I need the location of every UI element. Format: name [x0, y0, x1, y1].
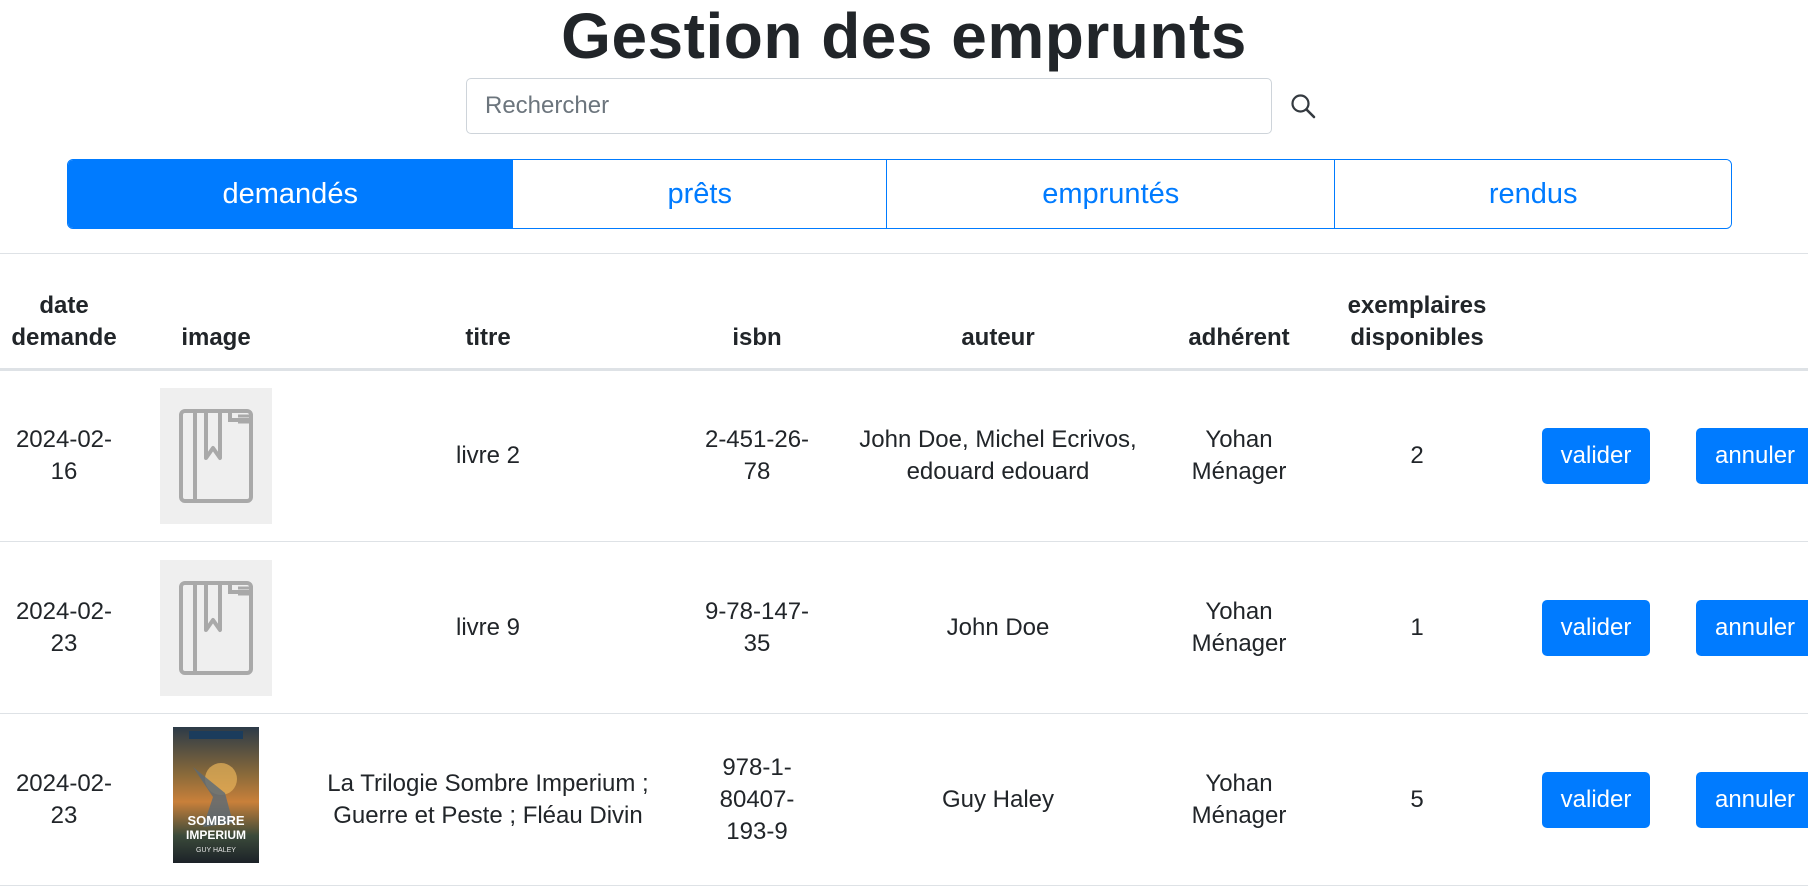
validate-button[interactable]: valider — [1542, 771, 1650, 828]
title-cell: La Trilogie Sombre Imperium ; Guerre et … — [304, 713, 672, 886]
cancel-cell: annuler — [1682, 713, 1808, 886]
status-tabs: demandés prêts empruntés rendus — [67, 159, 1732, 229]
column-header-member: adhérent — [1154, 254, 1324, 371]
isbn-cell: 2-451-26- 78 — [672, 369, 842, 542]
book-title: livre 9 — [455, 613, 521, 641]
image-cell: SOMBRE IMPERIUM GUY HALEY — [128, 713, 304, 886]
search-bar — [466, 78, 1320, 134]
isbn-part: 9-78-147- — [704, 597, 810, 625]
isbn-part: 78 — [743, 458, 771, 485]
cancel-button[interactable]: annuler — [1696, 771, 1808, 828]
tab-rendus[interactable]: rendus — [1334, 160, 1731, 228]
book-placeholder-icon — [160, 559, 272, 696]
date-cell: 2024-02- 23 — [0, 541, 128, 714]
cancel-cell: annuler — [1682, 541, 1808, 714]
column-header-title: titre — [304, 254, 672, 371]
author-part: John Doe, Michel Ecrivos, — [859, 426, 1137, 453]
cancel-cell: annuler — [1682, 369, 1808, 542]
isbn-cell: 9-78-147- 35 — [672, 541, 842, 714]
table-row: 2024-02- 23 SOMBRE IMPERIUM GUY HALEY La… — [0, 713, 1808, 886]
author-part: edouard edouard — [906, 458, 1090, 485]
column-header-validate — [1510, 254, 1682, 371]
search-icon[interactable] — [1286, 89, 1320, 123]
member-part: Ménager — [1191, 458, 1287, 485]
column-header-date: date demande — [0, 254, 128, 371]
author-part: Guy Haley — [941, 785, 1055, 813]
copies-cell: 1 — [1324, 541, 1510, 714]
column-header-copies: exemplaires disponibles — [1324, 254, 1510, 371]
title-cell: livre 2 — [304, 369, 672, 542]
table-header-row: date demande image titre isbn auteur adh… — [0, 254, 1808, 371]
date-part: 23 — [50, 801, 78, 829]
cancel-button[interactable]: annuler — [1696, 428, 1808, 484]
validate-button[interactable]: valider — [1542, 428, 1650, 484]
member-part: Ménager — [1191, 629, 1287, 657]
loans-table: date demande image titre isbn auteur adh… — [0, 254, 1808, 886]
author-cell: John Doe — [842, 541, 1154, 714]
book-title: Guerre et Peste ; Fléau Divin — [333, 801, 643, 829]
isbn-part: 978-1- — [722, 753, 792, 781]
column-header-copies-line2: disponibles — [1350, 324, 1484, 351]
title-cell: livre 9 — [304, 541, 672, 714]
isbn-part: 193-9 — [726, 817, 788, 845]
member-part: Yohan — [1205, 426, 1273, 453]
cancel-button[interactable]: annuler — [1696, 599, 1808, 656]
column-header-image: image — [128, 254, 304, 371]
page-title: Gestion des emprunts — [561, 0, 1247, 72]
author-cell: John Doe, Michel Ecrivos, edouard edouar… — [842, 369, 1154, 542]
column-header-cancel — [1682, 254, 1808, 371]
copies-cell: 2 — [1324, 369, 1510, 542]
validate-cell: valider — [1510, 713, 1682, 886]
column-header-date-line1: date — [39, 292, 89, 319]
tab-empruntes[interactable]: empruntés — [886, 160, 1335, 228]
isbn-cell: 978-1- 80407- 193-9 — [672, 713, 842, 886]
date-part: 23 — [50, 629, 78, 657]
date-cell: 2024-02- 16 — [0, 369, 128, 542]
book-title: livre 2 — [455, 442, 521, 469]
copies-cell: 5 — [1324, 713, 1510, 886]
date-part: 2024-02- — [15, 769, 113, 797]
member-cell: Yohan Ménager — [1154, 369, 1324, 542]
author-part: John Doe — [946, 613, 1050, 641]
isbn-part: 80407- — [719, 785, 795, 813]
isbn-part: 2-451-26- — [704, 426, 810, 453]
date-part: 2024-02- — [15, 597, 113, 625]
column-header-copies-line1: exemplaires — [1347, 292, 1487, 319]
book-placeholder-icon — [160, 388, 272, 524]
tab-prets[interactable]: prêts — [512, 160, 887, 228]
book-title: La Trilogie Sombre Imperium ; — [327, 769, 649, 797]
member-part: Yohan — [1205, 597, 1273, 625]
member-part: Ménager — [1191, 801, 1287, 829]
column-header-author: auteur — [842, 254, 1154, 371]
column-header-isbn: isbn — [672, 254, 842, 371]
tab-demandes[interactable]: demandés — [68, 160, 513, 228]
date-part: 2024-02- — [15, 426, 113, 453]
search-input[interactable] — [466, 78, 1272, 134]
author-cell: Guy Haley — [842, 713, 1154, 886]
book-cover-image: SOMBRE IMPERIUM GUY HALEY — [173, 727, 259, 863]
column-header-date-line2: demande — [11, 324, 117, 351]
validate-cell: valider — [1510, 369, 1682, 542]
cover-title-line2: IMPERIUM — [186, 828, 246, 842]
validate-cell: valider — [1510, 541, 1682, 714]
member-cell: Yohan Ménager — [1154, 541, 1324, 714]
isbn-part: 35 — [743, 629, 771, 657]
image-cell — [128, 369, 304, 542]
cover-title-line1: SOMBRE — [187, 813, 244, 828]
table-row: 2024-02- 16 livre 2 2-451-26- 78 John Do… — [0, 369, 1808, 542]
member-part: Yohan — [1205, 769, 1273, 797]
date-part: 16 — [50, 458, 78, 485]
image-cell — [128, 541, 304, 714]
member-cell: Yohan Ménager — [1154, 713, 1324, 886]
table-row: 2024-02- 23 livre 9 9-78-147- 35 John Do… — [0, 541, 1808, 714]
cover-author: GUY HALEY — [196, 847, 236, 854]
validate-button[interactable]: valider — [1542, 599, 1650, 656]
date-cell: 2024-02- 23 — [0, 713, 128, 886]
